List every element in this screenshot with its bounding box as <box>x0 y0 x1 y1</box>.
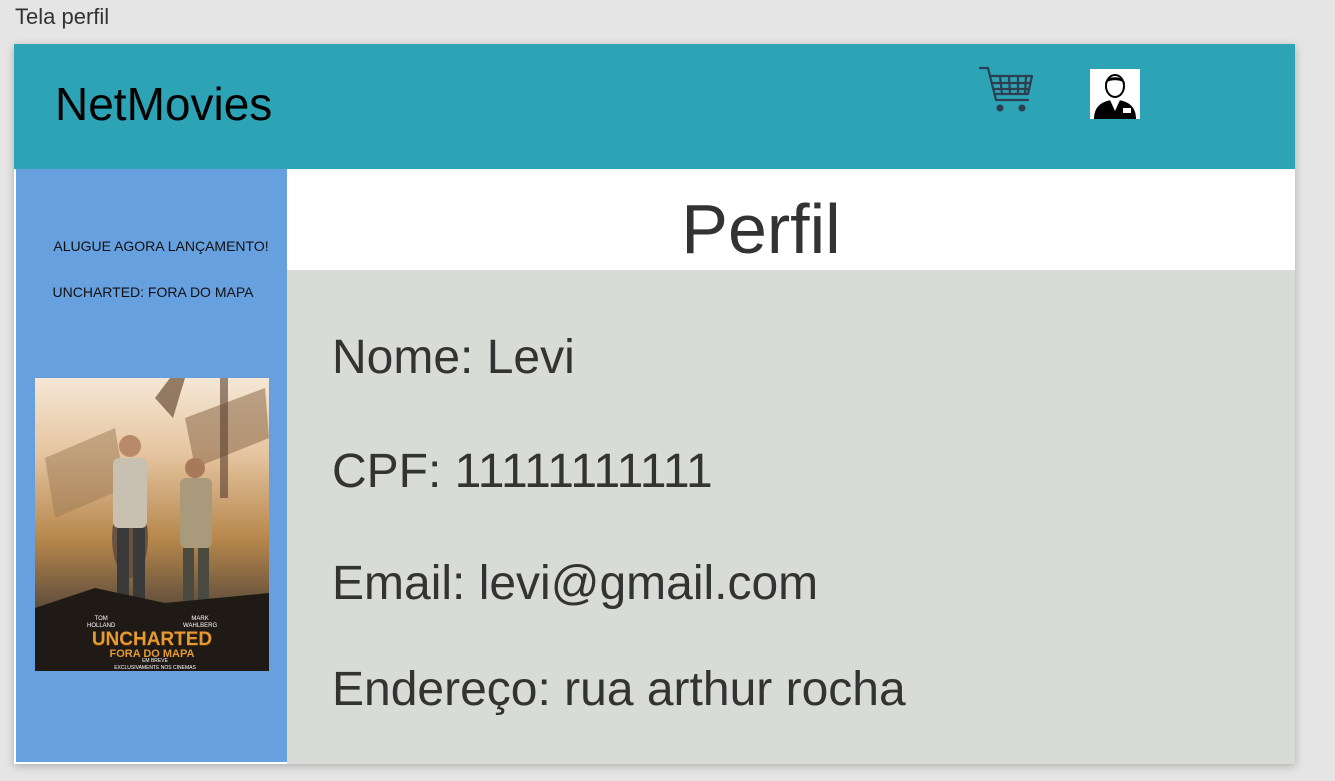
poster-actor-left: TOM HOLLAND <box>87 616 116 629</box>
sidebar: ALUGUE AGORA LANÇAMENTO! UNCHARTED: FORA… <box>16 169 287 762</box>
user-avatar-icon[interactable] <box>1090 69 1140 119</box>
profile-email: Email: levi@gmail.com <box>332 557 819 610</box>
promo-line-1: ALUGUE AGORA LANÇAMENTO! <box>53 238 269 254</box>
profile-cpf: CPF: 11111111111 <box>332 445 713 498</box>
poster-tagline: EM BREVE EXCLUSIVAMENTE NOS CINEMAS <box>114 658 196 671</box>
page-title: Perfil <box>681 190 841 268</box>
poster-actor-right: MARK WAHLBERG <box>183 616 218 629</box>
promo-line-2: UNCHARTED: FORA DO MAPA <box>52 284 254 300</box>
poster-artwork <box>35 378 269 671</box>
profile-panel: Nome: Levi CPF: 11111111111 Email: levi@… <box>287 270 1295 764</box>
profile-address: Endereço: rua arthur rocha <box>332 663 906 716</box>
brand-logo[interactable]: NetMovies <box>55 77 272 131</box>
profile-name: Nome: Levi <box>332 331 575 384</box>
profile-title-bar: Perfil <box>288 169 1295 270</box>
shopping-cart-icon[interactable] <box>978 64 1036 116</box>
header-bar: NetMovies <box>14 44 1295 169</box>
movie-poster[interactable]: TOM HOLLAND MARK WAHLBERG UNCHARTED FORA… <box>35 378 269 671</box>
app-window: NetMovies ALUGUE AGORA LANÇAMENTO! UNCHA… <box>14 44 1295 764</box>
frame-label: Tela perfil <box>15 4 110 29</box>
